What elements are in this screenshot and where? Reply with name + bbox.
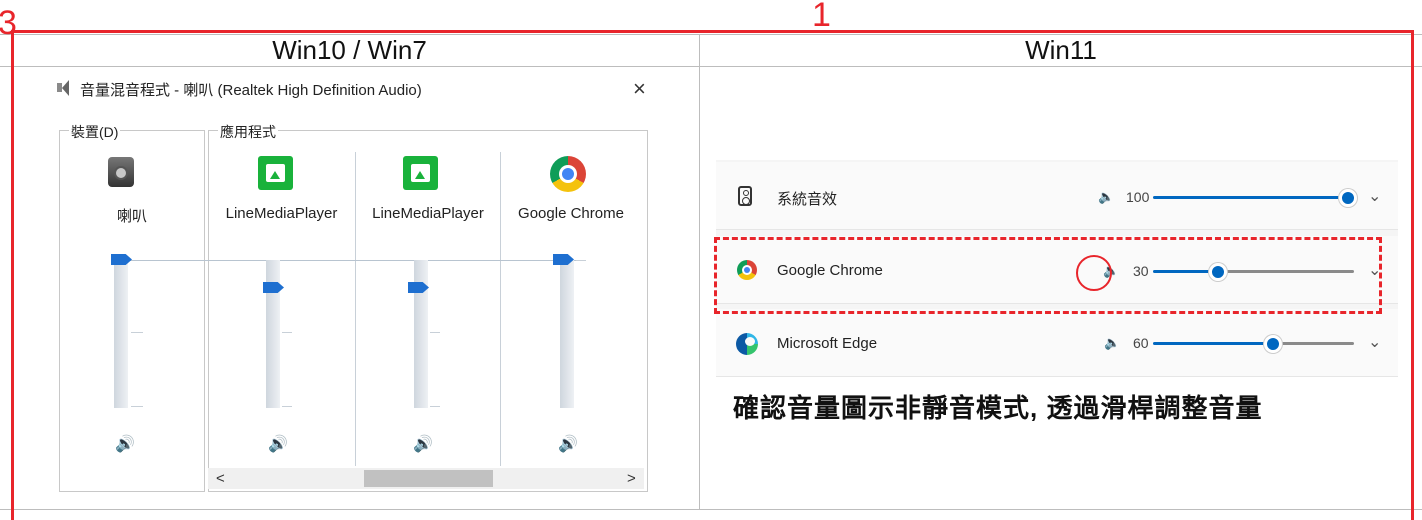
scroll-right-arrow[interactable]: >	[627, 470, 636, 487]
slider-tick	[131, 332, 143, 333]
win11-volume-value: 60	[1133, 335, 1149, 351]
volume-icon[interactable]: 🔊	[268, 434, 288, 454]
device-volume-track[interactable]	[114, 260, 128, 408]
win11-slider-fill[interactable]	[1153, 196, 1347, 199]
chevron-down-icon[interactable]: ⌄	[1368, 332, 1381, 352]
annotation-number-3: 3	[0, 4, 17, 42]
app-name: LineMediaPlayer	[225, 205, 338, 222]
scrollbar-thumb[interactable]	[364, 470, 493, 487]
master-level-line	[130, 260, 580, 261]
annotation-circle	[1076, 255, 1112, 291]
speaker-device-icon	[108, 157, 134, 187]
volume-icon[interactable]: 🔈	[1104, 335, 1120, 351]
slider-tick	[131, 406, 143, 407]
volume-icon[interactable]: 🔊	[115, 434, 135, 454]
device-group-label: 裝置(D)	[69, 122, 121, 142]
win11-slider-fill[interactable]	[1153, 342, 1266, 345]
app-name: Google Chrome	[518, 205, 624, 222]
line-media-player-icon	[258, 156, 293, 190]
chevron-down-icon[interactable]: ⌄	[1368, 186, 1381, 206]
mixer-speaker-cone-icon	[62, 80, 69, 96]
annotation-number-1: 1	[812, 0, 831, 34]
slider-tick	[430, 332, 440, 333]
slider-tick	[282, 332, 292, 333]
close-icon[interactable]: ×	[633, 76, 646, 102]
scroll-left-arrow[interactable]: <	[216, 470, 225, 487]
line-media-player-icon	[403, 156, 438, 190]
win11-slider-thumb[interactable]	[1264, 335, 1282, 353]
column-separator	[500, 152, 501, 466]
app-volume-track[interactable]	[560, 260, 574, 408]
apps-group-label: 應用程式	[218, 122, 278, 142]
win11-slider-thumb[interactable]	[1339, 189, 1357, 207]
win11-app-name: Microsoft Edge	[777, 335, 878, 352]
device-name: 喇叭	[116, 208, 147, 225]
instruction-caption: 確認音量圖示非靜音模式, 透過滑桿調整音量	[733, 393, 1263, 423]
slider-tick	[282, 406, 292, 407]
chrome-icon	[550, 156, 586, 192]
win11-slider-track[interactable]	[1278, 342, 1354, 345]
win11-app-name: 系統音效	[777, 191, 838, 208]
edge-icon	[736, 333, 758, 355]
volume-icon[interactable]: 🔊	[558, 434, 578, 454]
column-separator	[355, 152, 356, 466]
speaker-icon	[738, 186, 752, 206]
mixer-title: 音量混音程式 - 喇叭 (Realtek High Definition Aud…	[80, 82, 422, 99]
slider-tick	[430, 406, 440, 407]
win11-volume-value: 100	[1126, 189, 1150, 205]
volume-icon[interactable]: 🔊	[413, 434, 433, 454]
annotation-highlight-box	[714, 237, 1382, 314]
slider-tick	[576, 260, 586, 261]
volume-icon[interactable]: 🔈	[1098, 189, 1114, 205]
app-name: LineMediaPlayer	[372, 205, 484, 222]
